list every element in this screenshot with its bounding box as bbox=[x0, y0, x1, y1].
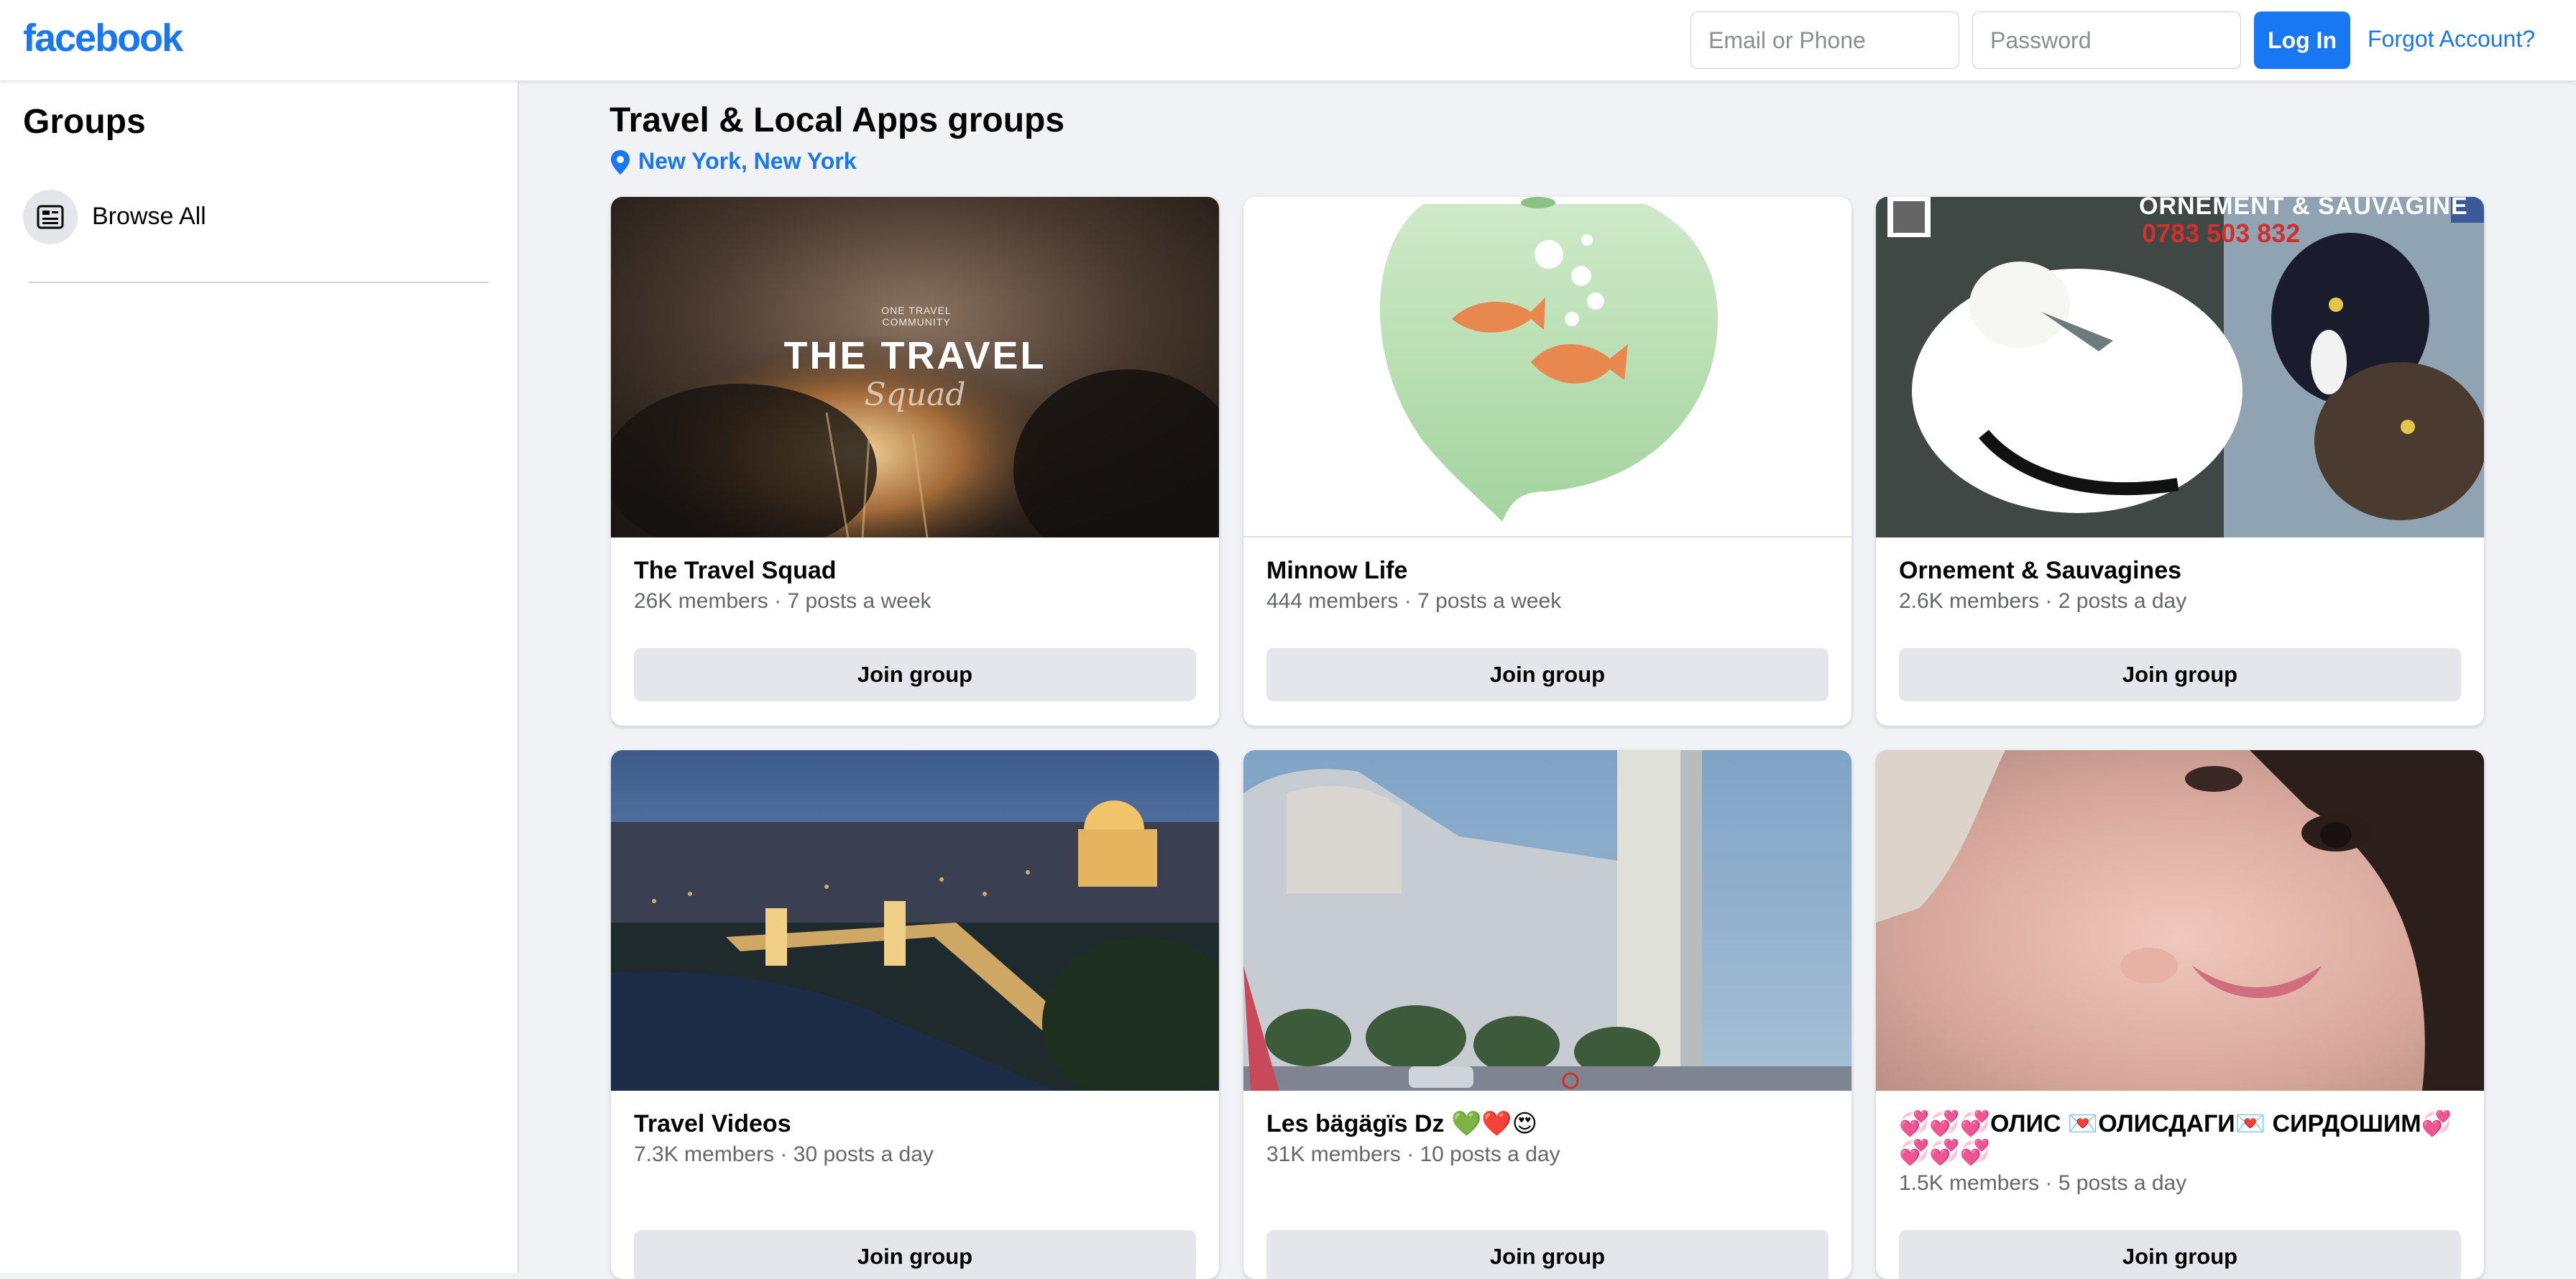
group-name[interactable]: 💞💞💞ОЛИС 💌ОЛИСДАГИ💌 СИРДОШИМ💞💞💞💞 bbox=[1899, 1109, 2461, 1167]
group-cover-image[interactable] bbox=[1243, 750, 1852, 1091]
cover-script-text: Squad bbox=[864, 377, 966, 413]
group-meta: 1.5K members · 5 posts a day bbox=[1899, 1171, 2187, 1195]
cover-phone-text: 0783 503 832 bbox=[2142, 218, 2301, 248]
sidebar-title: Groups bbox=[23, 103, 146, 141]
sidebar: Groups Browse All bbox=[0, 80, 519, 1273]
login-button[interactable]: Log In bbox=[2254, 11, 2350, 69]
location-pin-icon bbox=[611, 150, 630, 175]
join-group-button[interactable]: Join group bbox=[1899, 1230, 2461, 1279]
email-input[interactable] bbox=[1690, 11, 1959, 69]
join-group-button[interactable]: Join group bbox=[634, 1230, 1196, 1279]
cover-small-text: ONE TRAVEL COMMUNITY bbox=[881, 305, 952, 328]
join-group-button[interactable]: Join group bbox=[1899, 648, 2461, 701]
cover-title-text: THE TRAVEL bbox=[783, 334, 1046, 377]
group-meta: 7.3K members · 30 posts a day bbox=[634, 1142, 934, 1166]
group-name[interactable]: Travel Videos bbox=[634, 1109, 1196, 1138]
group-name[interactable]: Ornement & Sauvagines bbox=[1899, 556, 2461, 585]
group-meta: 444 members · 7 posts a week bbox=[1266, 589, 1562, 613]
group-cover-image[interactable] bbox=[1243, 197, 1852, 537]
group-name[interactable]: Minnow Life bbox=[1266, 556, 1828, 585]
group-meta: 2.6K members · 2 posts a day bbox=[1899, 589, 2187, 613]
forgot-account-link[interactable]: Forgot Account? bbox=[2368, 26, 2535, 52]
browse-icon bbox=[23, 190, 78, 244]
group-cover-image[interactable]: ORNEMENT & SAUVAGINE 0783 503 832 bbox=[1876, 197, 2484, 537]
group-name[interactable]: Les bägägïs Dz 💚❤️😍 bbox=[1266, 1109, 1828, 1138]
group-card[interactable]: 💞💞💞ОЛИС 💌ОЛИСДАГИ💌 СИРДОШИМ💞💞💞💞 1.5K mem… bbox=[1876, 750, 2484, 1279]
group-meta: 26K members · 7 posts a week bbox=[634, 589, 932, 613]
location-label: New York, New York bbox=[638, 148, 857, 174]
top-bar: facebook Log In Forgot Account? bbox=[0, 0, 2576, 81]
sidebar-divider bbox=[29, 282, 489, 283]
group-meta: 31K members · 10 posts a day bbox=[1266, 1142, 1560, 1166]
group-card[interactable]: ONE TRAVEL COMMUNITY THE TRAVEL Squad Th… bbox=[611, 197, 1219, 726]
page-title: Travel & Local Apps groups bbox=[610, 101, 1065, 139]
group-card[interactable]: Minnow Life 444 members · 7 posts a week… bbox=[1243, 197, 1852, 726]
group-card[interactable]: Travel Videos 7.3K members · 30 posts a … bbox=[611, 750, 1219, 1279]
group-cover-image[interactable]: ONE TRAVEL COMMUNITY THE TRAVEL Squad bbox=[611, 197, 1219, 537]
facebook-logo[interactable]: facebook bbox=[23, 16, 183, 60]
password-input[interactable] bbox=[1972, 11, 2241, 69]
sidebar-item-browse-all[interactable]: Browse All bbox=[14, 181, 489, 253]
sidebar-item-label: Browse All bbox=[92, 203, 206, 230]
group-card[interactable]: Les bägägïs Dz 💚❤️😍 31K members · 10 pos… bbox=[1243, 750, 1852, 1279]
group-cover-image[interactable] bbox=[1876, 750, 2484, 1091]
join-group-button[interactable]: Join group bbox=[1266, 648, 1828, 701]
join-group-button[interactable]: Join group bbox=[1266, 1230, 1828, 1279]
join-group-button[interactable]: Join group bbox=[634, 648, 1196, 701]
group-card[interactable]: ORNEMENT & SAUVAGINE 0783 503 832 Orneme… bbox=[1876, 197, 2484, 726]
group-name[interactable]: The Travel Squad bbox=[634, 556, 1196, 585]
cover-banner-text: ORNEMENT & SAUVAGINE bbox=[2139, 197, 2468, 220]
group-cover-image[interactable] bbox=[611, 750, 1219, 1091]
